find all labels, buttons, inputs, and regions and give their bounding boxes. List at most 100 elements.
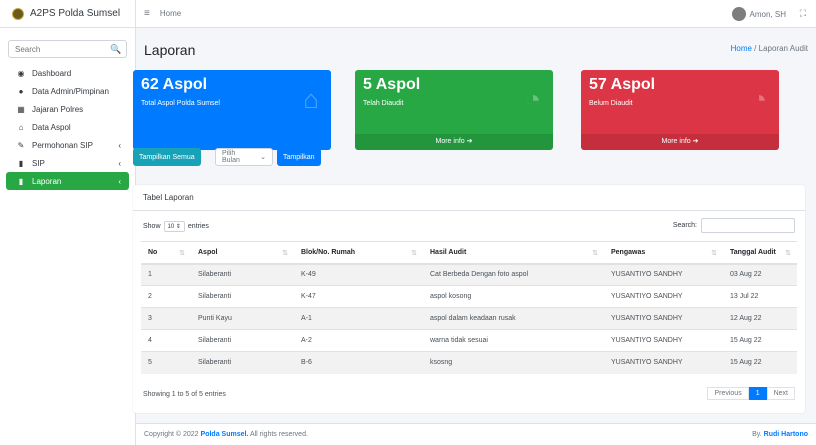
table-cell: Silaberanti [191, 285, 294, 308]
sidebar-search: 🔍 [8, 40, 127, 58]
column-header-label: Pengawas [611, 248, 646, 256]
table-info: Showing 1 to 5 of 5 entries [143, 391, 226, 398]
sidebar-item-sip[interactable]: ▮ SIP ‹ [6, 154, 129, 172]
table-cell: YUSANTIYO SANDHY [604, 263, 723, 286]
table-cell: Cat Berbeda Dengan foto aspol [423, 263, 604, 286]
breadcrumb-separator: / [751, 44, 759, 53]
table-row: 5 Silaberanti B-6 ksosng YUSANTIYO SANDHY 15 … [141, 351, 797, 374]
show-button[interactable]: Tampilkan [277, 148, 321, 166]
sidebar-nav: ◉ Dashboard ● Data Admin/Pimpinan ▦ Jajaran P… [0, 64, 135, 190]
chevron-left-icon: ‹ [118, 176, 121, 186]
table-cell: ksosng [423, 351, 604, 374]
table-cell: Silaberanti [191, 263, 294, 286]
stat-label: Telah Diaudit [363, 100, 404, 107]
sidebar-item-data-aspol[interactable]: ⌂ Data Aspol [6, 118, 129, 136]
column-header-label: Aspol [198, 248, 218, 256]
table-row: 2 Silaberanti K-47 aspol kosong YUSANTIYO SA… [141, 285, 797, 308]
topbar-home-link[interactable]: Home [160, 9, 181, 18]
sort-icon: ⇅ [282, 249, 288, 257]
table-cell: aspol dalam keadaan rusak [423, 307, 604, 330]
home-icon: ⌂ [303, 84, 319, 114]
home-icon: ⌂ [18, 122, 24, 132]
sidebar-item-label: SIP [32, 158, 45, 168]
more-info-link[interactable]: More info ➔ [355, 134, 553, 150]
table-cell: Silaberanti [191, 329, 294, 352]
show-all-button[interactable]: Tampilkan Semua [133, 148, 201, 166]
table-body: 1 Silaberanti K-49 Cat Berbeda Dengan foto … [141, 263, 797, 374]
table-cell: 03 Aug 22 [723, 263, 797, 286]
grid-icon: ▦ [17, 104, 25, 114]
dashboard-icon: ◉ [17, 68, 25, 78]
more-info-link[interactable]: More info ➔ [581, 134, 779, 150]
month-select-value: Pilih Bulan [222, 150, 240, 164]
table-search-input[interactable] [701, 218, 795, 233]
next-button[interactable]: Next [766, 387, 795, 400]
column-header[interactable]: Blok/No. Rumah ⇅ [294, 241, 423, 265]
month-select[interactable]: Pilih Bulan ⌄ [215, 148, 273, 166]
entries-select[interactable]: 10 ⇕ [163, 221, 185, 232]
table-cell: 1 [141, 263, 191, 286]
menu-icon[interactable]: ≡ [144, 8, 150, 19]
table-cell: K-49 [294, 263, 423, 286]
column-header[interactable]: Pengawas ⇅ [604, 241, 723, 265]
stat-number: 62 Aspol [141, 76, 208, 93]
column-header[interactable]: Aspol ⇅ [191, 241, 294, 265]
pie-chart-icon: ◔ [751, 84, 767, 114]
table-row: 3 Punti Kayu A-1 aspol dalam keadaan rusak Y… [141, 307, 797, 330]
stat-box-total: 62 Aspol Total Aspol Polda Sumsel ⌂ [133, 70, 331, 150]
fullscreen-icon[interactable]: ⛶ [800, 8, 806, 19]
breadcrumb-home[interactable]: Home [731, 44, 752, 53]
sidebar-item-permohonan-sip[interactable]: ✎ Permohonan SIP ‹ [6, 136, 129, 154]
table-cell: 15 Aug 22 [723, 329, 797, 352]
pie-chart-icon: ◔ [525, 84, 541, 114]
column-header[interactable]: No ⇅ [141, 241, 191, 265]
column-header[interactable]: Tanggal Audit ⇅ [723, 241, 797, 265]
entries-label: entries [187, 223, 209, 230]
copyright-text: Copyright © 2022 [144, 431, 201, 438]
page-1-button[interactable]: 1 [748, 387, 767, 400]
column-header-label: Hasil Audit [430, 248, 467, 256]
chevron-down-icon: ⌄ [260, 154, 266, 161]
file-icon: ▮ [18, 176, 24, 186]
sidebar-item-laporan[interactable]: ▮ Laporan ‹ [6, 172, 129, 190]
sidebar-item-label: Data Admin/Pimpinan [32, 86, 109, 96]
table-cell: 3 [141, 307, 191, 330]
sidebar-item-dashboard[interactable]: ◉ Dashboard [6, 64, 129, 82]
table-cell: YUSANTIYO SANDHY [604, 329, 723, 352]
sidebar-item-label: Permohonan SIP [32, 140, 93, 150]
report-table-card: Tabel Laporan Show 10 ⇕ entries Search: … [133, 185, 805, 413]
previous-button[interactable]: Previous [707, 387, 749, 400]
user-menu[interactable]: Amon, SH [731, 7, 786, 21]
stat-box-not-audited: 57 Aspol Belum Diaudit ◔ More info ➔ [581, 70, 779, 150]
sidebar-item-label: Jajaran Polres [32, 104, 84, 114]
report-table: No ⇅ Aspol ⇅ Blok/No. Rumah ⇅ Hasil Audit ⇅ Peng… [141, 241, 797, 374]
pagination: Previous 1 Next [707, 387, 795, 400]
table-filter: Search: [673, 218, 795, 233]
org-link[interactable]: Polda Sumsel. [201, 431, 249, 438]
chevron-left-icon: ‹ [118, 140, 121, 150]
table-cell: Punti Kayu [191, 307, 294, 330]
stat-box-audited: 5 Aspol Telah Diaudit ◔ More info ➔ [355, 70, 553, 150]
search-label: Search: [672, 222, 697, 229]
sidebar-item-label: Dashboard [32, 68, 72, 78]
column-header-label: No [148, 248, 158, 256]
sidebar-search-input[interactable] [9, 44, 106, 54]
table-cell: YUSANTIYO SANDHY [604, 307, 723, 330]
brand-name: A2PS Polda Sumsel [30, 8, 121, 19]
sort-icon: ⇅ [179, 249, 185, 257]
table-cell: Silaberanti [191, 351, 294, 374]
user-icon: ● [18, 86, 24, 96]
chevron-left-icon: ‹ [118, 158, 121, 168]
table-cell: A-2 [294, 329, 423, 352]
column-header[interactable]: Hasil Audit ⇅ [423, 241, 604, 265]
brand[interactable]: A2PS Polda Sumsel [0, 0, 135, 28]
entries-length: Show 10 ⇕ entries [143, 221, 209, 232]
table-header-row: No ⇅ Aspol ⇅ Blok/No. Rumah ⇅ Hasil Audit ⇅ Peng… [141, 241, 797, 265]
sidebar-item-data-admin-pimpinan[interactable]: ● Data Admin/Pimpinan [6, 82, 129, 100]
logo-icon [12, 7, 24, 20]
search-icon[interactable]: 🔍 [106, 44, 126, 55]
rights-text: All rights reserved. [248, 431, 308, 438]
table-cell: 12 Aug 22 [723, 307, 797, 330]
table-cell: B-6 [294, 351, 423, 374]
sidebar-item-jajaran-polres[interactable]: ▦ Jajaran Polres [6, 100, 129, 118]
